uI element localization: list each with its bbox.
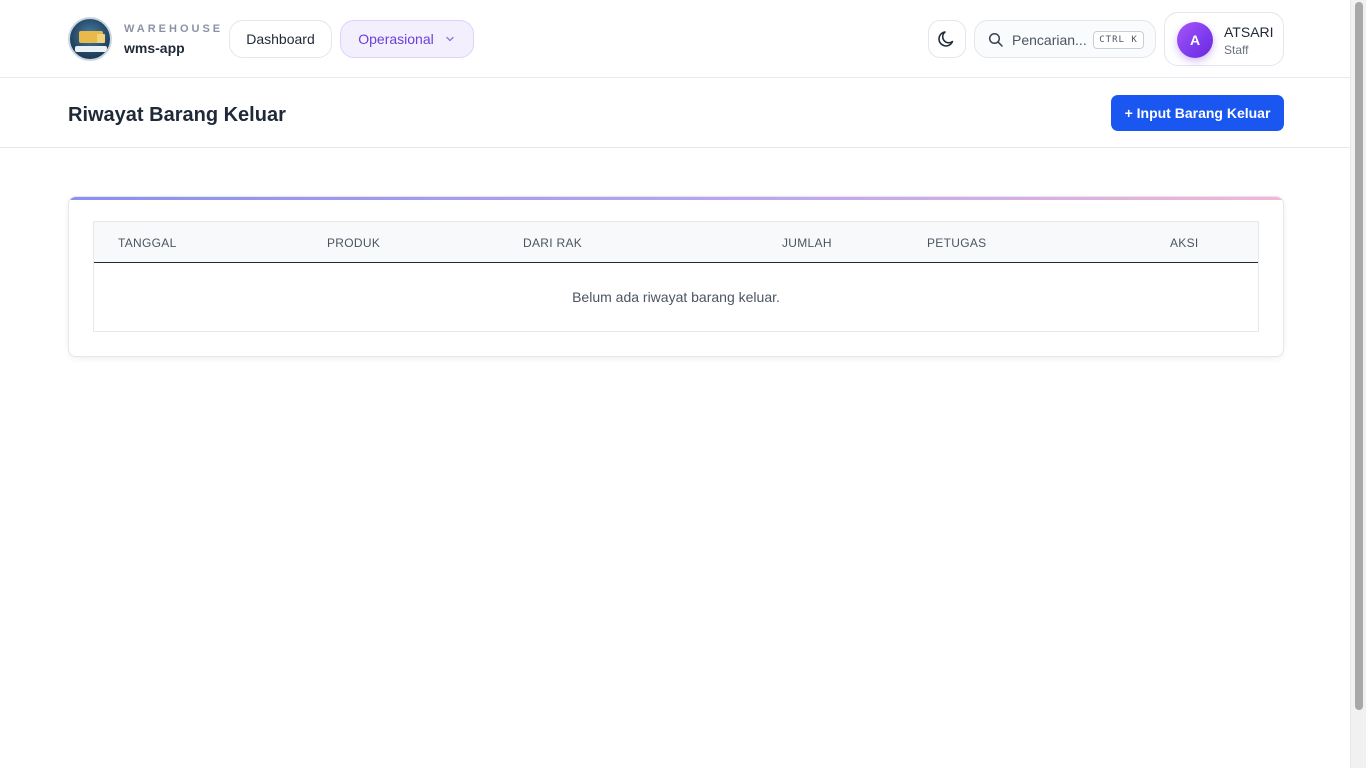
column-header-jumlah[interactable]: JUMLAH: [782, 236, 832, 250]
page-title: Riwayat Barang Keluar: [68, 104, 286, 126]
history-table: TANGGAL PRODUK DARI RAK JUMLAH PETUGAS A…: [93, 221, 1259, 332]
search-box[interactable]: Pencarian... CTRL K: [974, 20, 1156, 58]
avatar: A: [1177, 22, 1213, 58]
user-menu[interactable]: A ATSARI Staff: [1164, 12, 1284, 66]
column-header-tanggal[interactable]: TANGGAL: [118, 236, 177, 250]
column-header-petugas[interactable]: PETUGAS: [927, 236, 986, 250]
user-name: ATSARI: [1224, 24, 1274, 40]
search-icon: [988, 32, 1003, 47]
column-header-produk[interactable]: PRODUK: [327, 236, 380, 250]
nav-dashboard-button[interactable]: Dashboard: [229, 20, 332, 58]
user-role: Staff: [1224, 43, 1249, 57]
nav-dashboard-label: Dashboard: [246, 31, 315, 47]
brand-logo[interactable]: [68, 17, 112, 61]
search-shortcut-badge: CTRL K: [1093, 31, 1144, 49]
moon-icon: [938, 31, 954, 47]
nav-operasional-dropdown[interactable]: Operasional: [340, 20, 474, 58]
empty-state-message: Belum ada riwayat barang keluar.: [572, 289, 780, 305]
brand-name: wms-app: [124, 40, 185, 56]
top-navbar: WAREHOUSE wms-app Dashboard Operasional …: [0, 0, 1350, 78]
logo-banner-shape: [75, 46, 107, 52]
input-barang-keluar-button[interactable]: + Input Barang Keluar: [1111, 95, 1284, 131]
page-header: Riwayat Barang Keluar + Input Barang Kel…: [0, 78, 1350, 148]
column-header-aksi: AKSI: [1170, 236, 1199, 250]
scrollbar-thumb[interactable]: [1355, 2, 1363, 710]
theme-toggle-button[interactable]: [928, 20, 966, 58]
column-header-dari-rak[interactable]: DARI RAK: [523, 236, 582, 250]
brand-subtitle: WAREHOUSE: [124, 23, 224, 35]
page-scrollbar[interactable]: [1350, 0, 1366, 768]
table-header: TANGGAL PRODUK DARI RAK JUMLAH PETUGAS A…: [94, 222, 1258, 263]
card-accent-bar: [69, 197, 1283, 200]
history-card: TANGGAL PRODUK DARI RAK JUMLAH PETUGAS A…: [68, 196, 1284, 357]
chevron-down-icon: [446, 36, 454, 42]
nav-operasional-label: Operasional: [358, 31, 434, 47]
logo-truck-cab-shape: [97, 34, 105, 43]
search-placeholder: Pencarian...: [1012, 32, 1087, 48]
